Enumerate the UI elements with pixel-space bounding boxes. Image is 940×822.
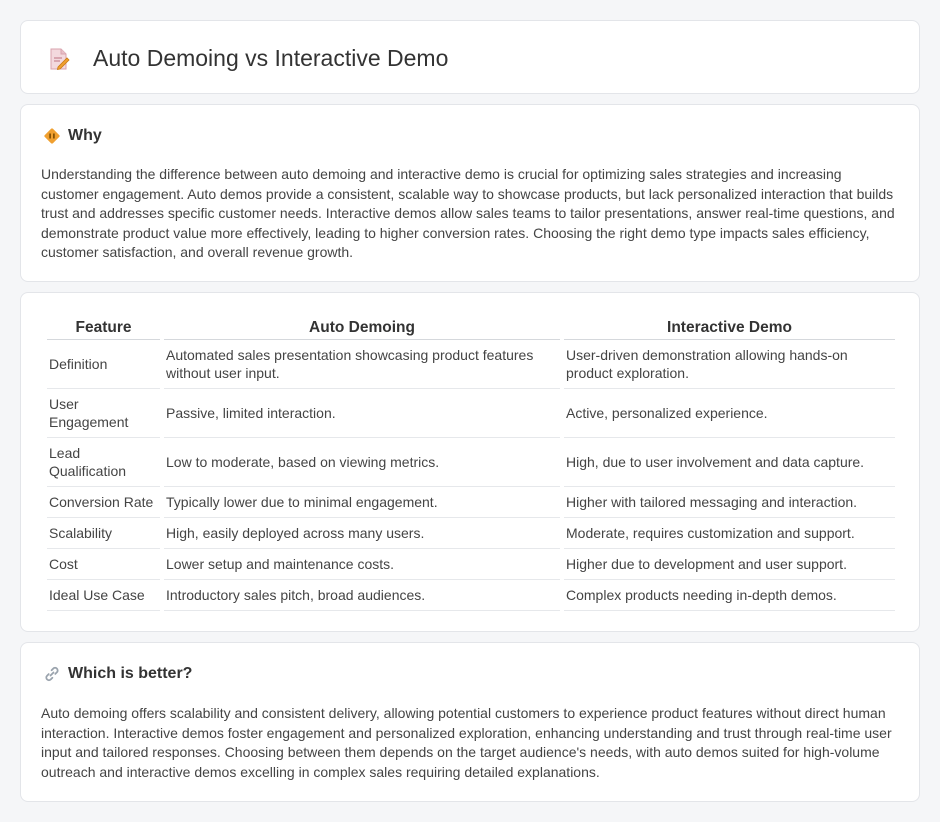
- row-feature: Lead Qualification: [47, 438, 160, 487]
- diamond-warning-icon: [43, 127, 61, 145]
- row-interactive-demo: Higher with tailored messaging and inter…: [564, 487, 895, 518]
- why-body: Understanding the difference between aut…: [41, 166, 895, 261]
- table-header-row: Feature Auto Demoing Interactive Demo: [47, 315, 895, 340]
- row-feature: Conversion Rate: [47, 487, 160, 518]
- header-feature: Feature: [47, 315, 160, 340]
- table-row: Scalability High, easily deployed across…: [47, 518, 895, 549]
- table-row: User Engagement Passive, limited interac…: [47, 389, 895, 438]
- why-heading: Why: [68, 127, 102, 144]
- row-auto-demoing: Typically lower due to minimal engagemen…: [164, 487, 560, 518]
- row-auto-demoing: High, easily deployed across many users.: [164, 518, 560, 549]
- row-feature: Definition: [47, 340, 160, 389]
- row-feature: Cost: [47, 549, 160, 580]
- row-auto-demoing: Lower setup and maintenance costs.: [164, 549, 560, 580]
- link-icon: [43, 665, 61, 683]
- row-interactive-demo: Higher due to development and user suppo…: [564, 549, 895, 580]
- title-card: Auto Demoing vs Interactive Demo: [20, 20, 920, 94]
- why-card: Why Understanding the difference between…: [20, 104, 920, 282]
- row-feature: Ideal Use Case: [47, 580, 160, 611]
- page-title: Auto Demoing vs Interactive Demo: [93, 45, 449, 71]
- row-interactive-demo: Complex products needing in-depth demos.: [564, 580, 895, 611]
- comparison-card: Feature Auto Demoing Interactive Demo De…: [20, 292, 920, 632]
- row-auto-demoing: Automated sales presentation showcasing …: [164, 340, 560, 389]
- row-auto-demoing: Low to moderate, based on viewing metric…: [164, 438, 560, 487]
- better-heading: Which is better?: [68, 665, 193, 682]
- table-row: Lead Qualification Low to moderate, base…: [47, 438, 895, 487]
- table-row: Definition Automated sales presentation …: [47, 340, 895, 389]
- table-row: Ideal Use Case Introductory sales pitch,…: [47, 580, 895, 611]
- row-feature: Scalability: [47, 518, 160, 549]
- row-interactive-demo: High, due to user involvement and data c…: [564, 438, 895, 487]
- comparison-table: Feature Auto Demoing Interactive Demo De…: [43, 315, 899, 611]
- better-body: Auto demoing offers scalability and cons…: [41, 705, 892, 780]
- table-row: Conversion Rate Typically lower due to m…: [47, 487, 895, 518]
- row-interactive-demo: Moderate, requires customization and sup…: [564, 518, 895, 549]
- which-is-better-card: Which is better? Auto demoing offers sca…: [20, 642, 920, 802]
- header-interactive-demo: Interactive Demo: [564, 315, 895, 340]
- title-row: Auto Demoing vs Interactive Demo: [47, 45, 448, 72]
- row-auto-demoing: Passive, limited interaction.: [164, 389, 560, 438]
- document-pen-icon: [47, 47, 71, 71]
- table-row: Cost Lower setup and maintenance costs. …: [47, 549, 895, 580]
- header-auto-demoing: Auto Demoing: [164, 315, 560, 340]
- row-interactive-demo: User-driven demonstration allowing hands…: [564, 340, 895, 389]
- row-interactive-demo: Active, personalized experience.: [564, 389, 895, 438]
- row-feature: User Engagement: [47, 389, 160, 438]
- why-header: Why: [43, 127, 102, 145]
- row-auto-demoing: Introductory sales pitch, broad audience…: [164, 580, 560, 611]
- better-header: Which is better?: [43, 665, 192, 683]
